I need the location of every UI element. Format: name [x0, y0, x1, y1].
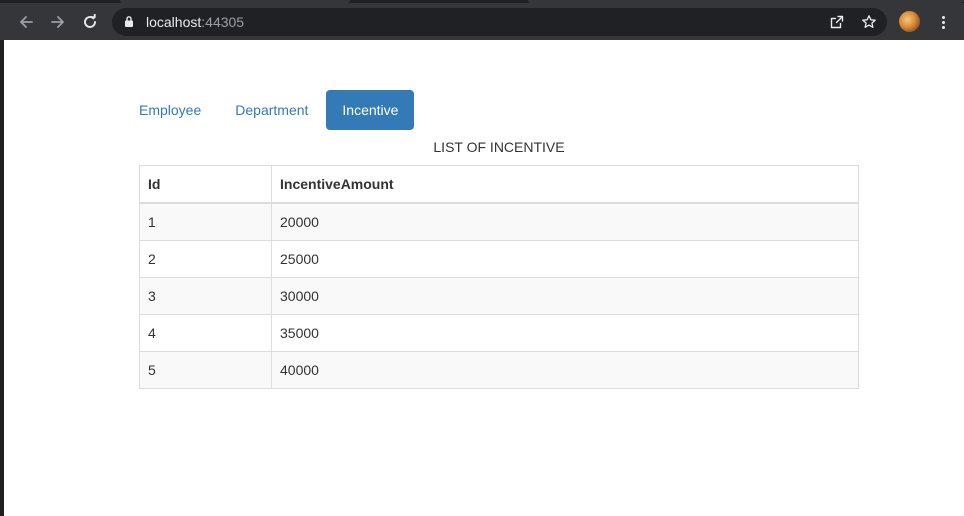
address-bar[interactable]: localhost:44305	[112, 8, 887, 36]
cell-incentive-amount: 20000	[271, 202, 859, 241]
cell-id: 2	[139, 240, 272, 278]
cell-incentive-amount: 35000	[271, 314, 859, 352]
page-title: LIST OF INCENTIVE	[433, 139, 565, 155]
profile-avatar[interactable]	[899, 11, 920, 32]
reload-icon[interactable]	[77, 9, 103, 35]
column-header-incentive-amount[interactable]: IncentiveAmount	[271, 165, 859, 204]
url-host: localhost	[146, 14, 202, 30]
url-port: :44305	[201, 14, 245, 30]
table-row[interactable]: 1 20000	[139, 202, 859, 241]
tab-department[interactable]: Department	[219, 90, 324, 130]
cell-id: 5	[139, 351, 272, 389]
url-text[interactable]: localhost:44305	[146, 14, 244, 30]
tab-employee[interactable]: Employee	[123, 90, 217, 130]
browser-toolbar: localhost:44305	[0, 3, 964, 40]
cell-id: 4	[139, 314, 272, 352]
forward-arrow-icon[interactable]	[45, 9, 71, 35]
cell-id: 3	[139, 277, 272, 315]
cell-incentive-amount: 40000	[271, 351, 859, 389]
star-icon[interactable]	[860, 13, 878, 31]
table-row[interactable]: 2 25000	[139, 240, 859, 278]
share-icon[interactable]	[828, 13, 846, 31]
table-row[interactable]: 5 40000	[139, 351, 859, 389]
page-content: Employee Department Incentive LIST OF IN…	[0, 40, 964, 516]
cell-id: 1	[139, 202, 272, 241]
cell-incentive-amount: 25000	[271, 240, 859, 278]
more-vert-icon[interactable]	[933, 11, 953, 33]
nav-pills: Employee Department Incentive	[123, 90, 416, 130]
table-row[interactable]: 4 35000	[139, 314, 859, 352]
tab-incentive[interactable]: Incentive	[326, 90, 415, 130]
lock-icon[interactable]	[124, 15, 134, 33]
column-header-id[interactable]: Id	[139, 165, 272, 204]
incentive-table: Id IncentiveAmount 1 20000 2 25000 3 300…	[139, 165, 859, 389]
back-arrow-icon[interactable]	[13, 9, 39, 35]
table-row[interactable]: 3 30000	[139, 277, 859, 315]
cell-incentive-amount: 30000	[271, 277, 859, 315]
table-header-row: Id IncentiveAmount	[139, 165, 859, 204]
